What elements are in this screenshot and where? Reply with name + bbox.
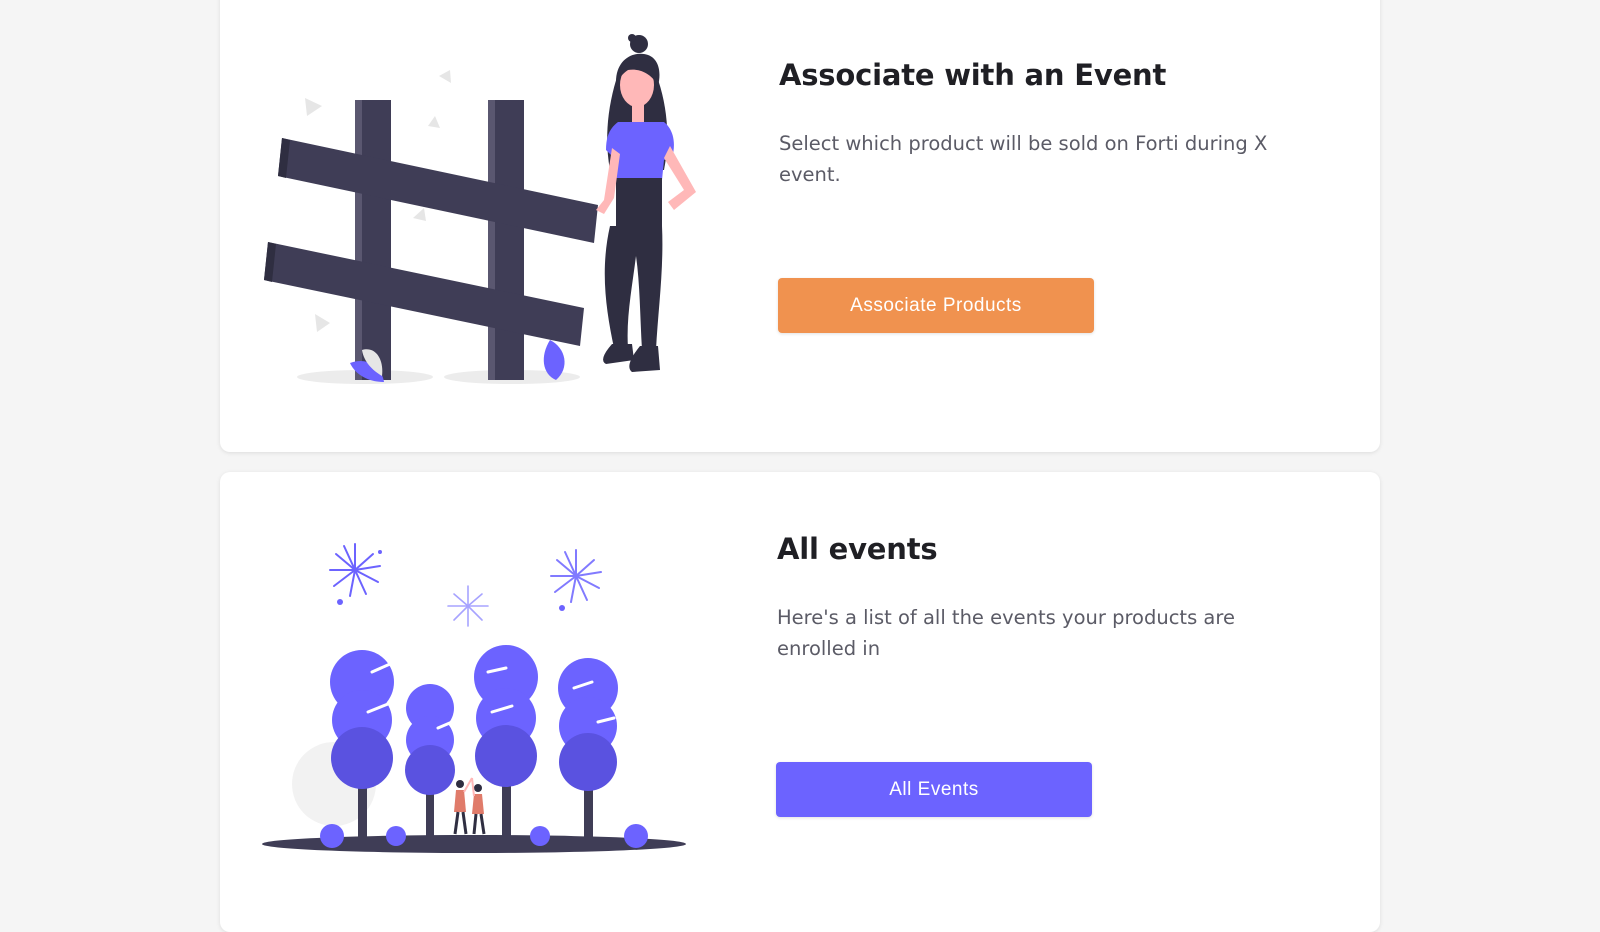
hashtag-woman-illustration bbox=[260, 30, 720, 390]
associate-products-button[interactable]: Associate Products bbox=[778, 278, 1094, 333]
all-events-card: All events Here's a list of all the even… bbox=[220, 472, 1380, 932]
firework-icon bbox=[329, 543, 381, 597]
associate-event-description: Select which product will be sold on For… bbox=[779, 132, 1268, 186]
all-events-title: All events bbox=[777, 532, 938, 566]
associate-event-title: Associate with an Event bbox=[779, 58, 1167, 92]
associate-event-card: Associate with an Event Select which pro… bbox=[220, 0, 1380, 452]
all-events-description: Here's a list of all the events your pro… bbox=[777, 606, 1235, 660]
all-events-button[interactable]: All Events bbox=[776, 762, 1092, 817]
fireworks-trees-illustration bbox=[260, 522, 700, 862]
